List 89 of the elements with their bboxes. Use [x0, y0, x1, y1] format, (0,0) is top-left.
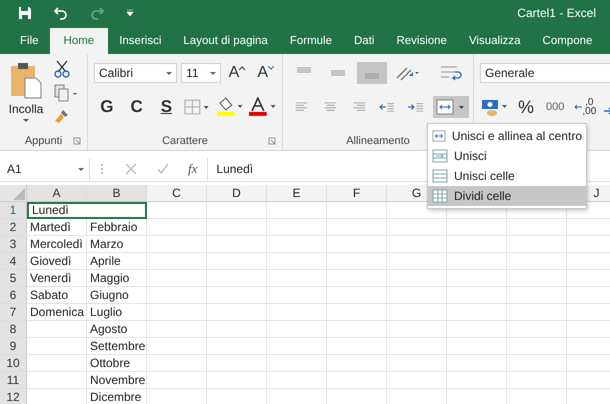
row-header[interactable]: 5	[0, 270, 27, 287]
grip-icon	[100, 162, 104, 176]
redo-icon[interactable]	[90, 6, 104, 20]
row-header[interactable]: 1	[0, 202, 27, 219]
dialog-launcher-icon[interactable]	[73, 137, 81, 145]
bold-button[interactable]: G	[94, 97, 120, 117]
percent-button[interactable]: %	[514, 96, 538, 118]
row-header[interactable]: 7	[0, 304, 27, 321]
caret-icon	[22, 118, 30, 123]
column-header[interactable]: F	[327, 185, 387, 202]
font-size-dropdown[interactable]: 11	[181, 63, 221, 83]
copy-icon[interactable]	[54, 84, 78, 102]
table-cell-text: Luglio	[89, 304, 124, 321]
customize-caret-icon[interactable]	[126, 9, 134, 17]
column-header[interactable]: E	[267, 185, 327, 202]
ribbon-tab[interactable]: Home	[50, 28, 108, 54]
row-header[interactable]: 4	[0, 253, 27, 270]
group-label: Appunti	[24, 135, 62, 147]
table-cell-text: Maggio	[89, 270, 130, 287]
row-header[interactable]: 12	[0, 389, 27, 404]
increase-decimal-button[interactable]: ,0 ,00	[572, 98, 598, 116]
ribbon-tab[interactable]: Dati	[343, 28, 386, 54]
table-cell-text: Mercoledì	[29, 236, 84, 253]
confirm-icon[interactable]	[156, 162, 170, 176]
insert-function-button[interactable]: fx	[188, 161, 198, 177]
italic-button[interactable]: C	[124, 97, 150, 117]
scissors-icon[interactable]	[54, 60, 70, 78]
name-box[interactable]: A1	[2, 158, 90, 180]
number-format-dropdown[interactable]: Generale	[480, 63, 610, 83]
column-header[interactable]: D	[207, 185, 267, 202]
merge-option-icon	[432, 149, 448, 163]
row-header[interactable]: 10	[0, 355, 27, 372]
table-cell-text: Domenica	[29, 304, 86, 321]
save-icon[interactable]	[18, 6, 32, 20]
group-label: Allineamento	[346, 135, 410, 147]
caret-up-icon	[239, 66, 246, 70]
merge-option-icon	[432, 169, 448, 183]
window-title: Cartel1 - Excel	[517, 6, 596, 20]
clipboard-icon	[9, 60, 43, 100]
dialog-launcher-icon[interactable]	[268, 137, 276, 145]
column-header[interactable]: A	[27, 185, 87, 202]
table-cell-text: Dicembre	[89, 389, 142, 404]
table-cell-text: Marzo	[89, 236, 124, 253]
merge-option-icon	[432, 129, 446, 143]
table-cell-text: Ottobre	[89, 355, 132, 372]
table-cell-text: Giovedì	[29, 253, 72, 270]
row-header[interactable]: 2	[0, 219, 27, 236]
ribbon-tab[interactable]: Formule	[278, 28, 343, 54]
paste-button[interactable]: Incolla	[6, 60, 46, 132]
ribbon-tab[interactable]: Inserisci	[108, 28, 172, 54]
merge-option-icon	[432, 189, 448, 203]
group-label: Carattere	[162, 135, 208, 147]
column-header[interactable]: C	[147, 185, 207, 202]
row-header[interactable]: 8	[0, 321, 27, 338]
fill-color-icon[interactable]	[214, 97, 244, 117]
merge-button[interactable]	[432, 96, 469, 118]
table-cell-text: Venerdì	[29, 270, 72, 287]
ribbon-tab[interactable]: Visualizza	[458, 28, 532, 54]
table-cell-text: Aprile	[89, 253, 122, 270]
ribbon-tab[interactable]: Compone	[532, 28, 604, 54]
table-cell-text: Sabato	[29, 287, 70, 304]
table-cell-text: Settembre	[89, 338, 146, 355]
row-header[interactable]: 3	[0, 236, 27, 253]
table-cell: Lunedì	[27, 202, 147, 219]
font-family-dropdown[interactable]: Calibri	[94, 63, 178, 83]
table-cell-text: Agosto	[89, 321, 128, 338]
row-header[interactable]: 11	[0, 372, 27, 389]
font-color-icon[interactable]	[248, 97, 278, 117]
table-cell-text: Martedì	[29, 219, 72, 236]
ribbon-tab[interactable]: File	[9, 28, 50, 54]
table-cell-text: Novembre	[89, 372, 146, 389]
cancel-icon[interactable]	[124, 162, 138, 176]
row-header[interactable]: 9	[0, 338, 27, 355]
column-header[interactable]: B	[87, 185, 147, 202]
thousands-button[interactable]: 000	[542, 101, 568, 113]
caret-down-icon	[268, 66, 274, 70]
table-cell-text: Febbraio	[89, 219, 138, 236]
arrow-left-icon	[574, 104, 582, 110]
shrink-font-button[interactable]: A	[253, 64, 278, 82]
table-cell-text: Giugno	[89, 287, 130, 304]
underline-button[interactable]: S	[154, 97, 180, 117]
menu-item[interactable]: Dividi celle	[428, 186, 586, 206]
grow-font-button[interactable]: A	[224, 64, 250, 82]
row-header[interactable]: 6	[0, 287, 27, 304]
brush-icon[interactable]	[54, 108, 70, 124]
ribbon-tab[interactable]: Revisione	[385, 28, 458, 54]
undo-icon[interactable]	[54, 6, 68, 20]
menu-item[interactable]: Unisci e allinea al centro	[428, 126, 586, 146]
ribbon-tab[interactable]: Layout di pagina	[172, 28, 279, 54]
